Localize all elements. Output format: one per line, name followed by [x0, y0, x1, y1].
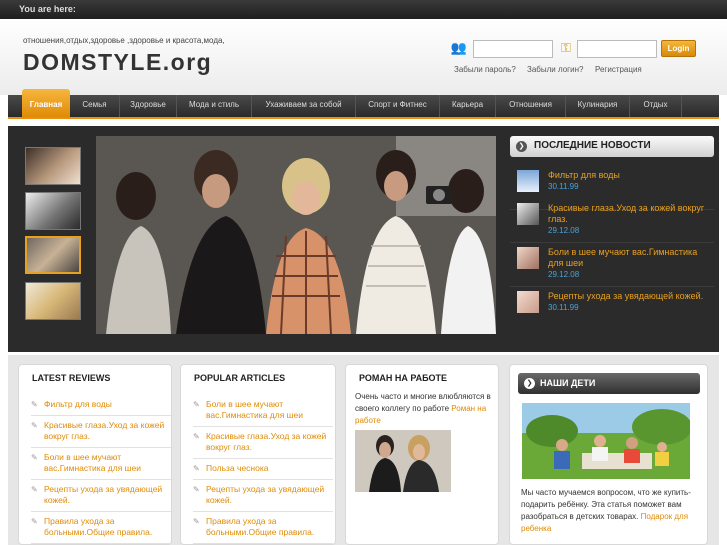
- family-picnic-image: [522, 403, 692, 479]
- kids-image[interactable]: [522, 403, 692, 479]
- article-link[interactable]: Правила ухода за больными.Общие правила.: [193, 512, 333, 544]
- site-tagline: отношения,отдых,здоровье ,здоровье и кра…: [23, 36, 225, 45]
- news-item-title[interactable]: Рецепты ухода за увядающей кожей. 30.11.9…: [548, 291, 714, 313]
- news-date: 29.12.08: [548, 270, 580, 279]
- kids-title: НАШИ ДЕТИ: [540, 378, 596, 388]
- news-item-title[interactable]: Красивые глаза.Уход за кожей вокруг глаз…: [548, 203, 714, 236]
- slide-thumb-1[interactable]: [25, 147, 81, 185]
- kids-box: ❯ НАШИ ДЕТИ Мы часто мучаемся вопросом, …: [509, 364, 708, 545]
- nav-item-family[interactable]: Семья: [70, 95, 120, 117]
- popular-articles-title: POPULAR ARTICLES: [194, 373, 286, 383]
- review-link[interactable]: Рецепты ухода за увядающей кожей.: [31, 480, 171, 512]
- nav-item-selfcare[interactable]: Ухаживаем за собой: [252, 95, 356, 117]
- nav-item-sport[interactable]: Спорт и Фитнес: [356, 95, 440, 117]
- article-link[interactable]: Польза чеснока: [193, 459, 333, 480]
- nav-item-home[interactable]: Главная: [22, 89, 70, 117]
- nav-item-career[interactable]: Карьера: [440, 95, 496, 117]
- romance-text: Очень часто и многие влюбляются в своего…: [355, 392, 491, 425]
- news-thumb: [517, 291, 539, 313]
- header: отношения,отдых,здоровье ,здоровье и кра…: [0, 19, 727, 95]
- news-date: 30.11.99: [548, 182, 579, 191]
- news-date: 30.11.99: [548, 303, 579, 312]
- featured-photo[interactable]: [96, 136, 496, 334]
- review-link[interactable]: Боли в шее мучают вас.Гимнастика для шеи: [31, 448, 171, 480]
- arrow-right-icon: ❯: [524, 378, 535, 389]
- forgot-login-link[interactable]: Забыли логин?: [527, 65, 583, 74]
- nav-item-relationships[interactable]: Отношения: [496, 95, 566, 117]
- nav-item-fashion[interactable]: Мода и стиль: [177, 95, 252, 117]
- romance-title: РОМАН НА РАБОТЕ: [359, 373, 448, 383]
- latest-news-title: ПОСЛЕДНИЕ НОВОСТИ: [534, 140, 651, 151]
- news-date: 29.12.08: [548, 226, 580, 235]
- news-thumb: [517, 247, 539, 269]
- latest-reviews-box: LATEST REVIEWS Фильтр для воды Красивые …: [18, 364, 172, 545]
- news-item[interactable]: Красивые глаза.Уход за кожей вокруг глаз…: [510, 203, 714, 243]
- fashion-show-image: [96, 136, 496, 334]
- username-input[interactable]: [473, 40, 553, 58]
- latest-reviews-list: Фильтр для воды Красивые глаза.Уход за к…: [31, 395, 171, 544]
- breadcrumb: You are here:: [19, 4, 76, 14]
- nav-item-health[interactable]: Здоровье: [120, 95, 177, 117]
- slide-thumb-2[interactable]: [25, 192, 81, 230]
- login-button[interactable]: Login: [661, 40, 696, 57]
- news-item[interactable]: Рецепты ухода за увядающей кожей. 30.11.9…: [510, 291, 714, 331]
- site-logo[interactable]: DOMSTYLE.org: [23, 49, 212, 76]
- kids-header: ❯ НАШИ ДЕТИ: [518, 373, 700, 394]
- users-icon: 👥: [450, 40, 468, 55]
- latest-news-header: ❯ ПОСЛЕДНИЕ НОВОСТИ: [510, 136, 714, 157]
- article-link[interactable]: Рецепты ухода за увядающей кожей.: [193, 480, 333, 512]
- nav-item-cooking[interactable]: Кулинария: [566, 95, 630, 117]
- news-thumb: [517, 170, 539, 192]
- slide-thumb-3[interactable]: [25, 236, 81, 274]
- review-link[interactable]: Фильтр для воды: [31, 395, 171, 416]
- arrow-right-icon: ❯: [516, 141, 527, 152]
- forgot-password-link[interactable]: Забыли пароль?: [454, 65, 516, 74]
- key-icon: ⚿: [561, 40, 571, 55]
- news-item-title[interactable]: Фильтр для воды 30.11.99: [548, 170, 714, 192]
- news-item-title[interactable]: Боли в шее мучают вас.Гимнастика для шеи…: [548, 247, 714, 280]
- article-link[interactable]: Красивые глаза.Уход за кожей вокруг глаз…: [193, 427, 333, 459]
- latest-news-panel: ❯ ПОСЛЕДНИЕ НОВОСТИ Фильтр для воды 30.11…: [510, 136, 714, 346]
- password-input[interactable]: [577, 40, 657, 58]
- popular-articles-list: Боли в шее мучают вас.Гимнастика для шеи…: [193, 395, 333, 544]
- latest-reviews-title: LATEST REVIEWS: [32, 373, 111, 383]
- article-link[interactable]: Боли в шее мучают вас.Гимнастика для шеи: [193, 395, 333, 427]
- news-thumb: [517, 203, 539, 225]
- romance-image[interactable]: [355, 430, 451, 492]
- kids-text: Мы часто мучаемся вопросом, что же купит…: [521, 488, 691, 533]
- top-bar: You are here:: [0, 0, 727, 19]
- office-couple-image: [355, 430, 451, 492]
- review-link[interactable]: Красивые глаза.Уход за кожей вокруг глаз…: [31, 416, 171, 448]
- slide-thumb-4[interactable]: [25, 282, 81, 320]
- nav-item-leisure[interactable]: Отдых: [630, 95, 682, 117]
- main-nav: Главная Семья Здоровье Мода и стиль Ухаж…: [8, 89, 719, 119]
- news-item[interactable]: Боли в шее мучают вас.Гимнастика для шеи…: [510, 247, 714, 287]
- popular-articles-box: POPULAR ARTICLES Боли в шее мучают вас.Г…: [180, 364, 336, 545]
- romance-box: РОМАН НА РАБОТЕ Очень часто и многие влю…: [345, 364, 499, 545]
- review-link[interactable]: Правила ухода за больными.Общие правила.: [31, 512, 171, 544]
- register-link[interactable]: Регистрация: [595, 65, 642, 74]
